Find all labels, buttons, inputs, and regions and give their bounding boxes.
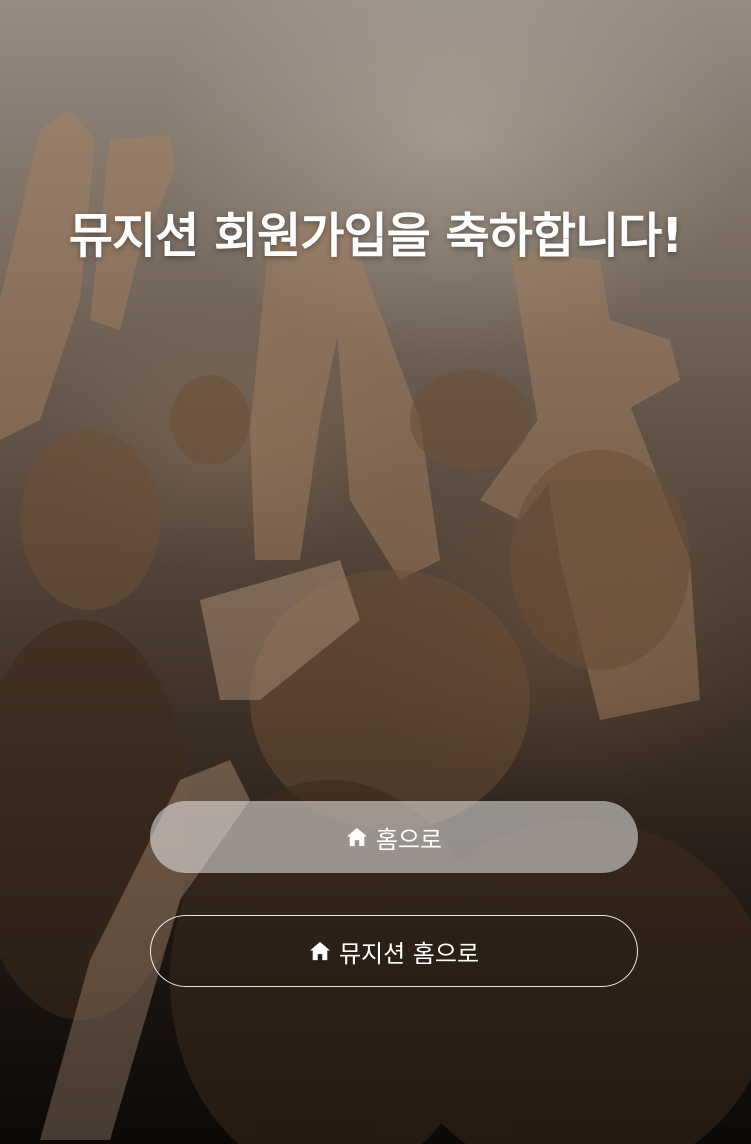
page-title: 뮤지션 회원가입을 축하합니다! — [68, 208, 683, 264]
home-icon — [309, 941, 331, 961]
musician-home-button-label: 뮤지션 홈으로 — [338, 939, 480, 968]
signup-success-screen: 뮤지션 회원가입을 축하합니다! 홈으로 뮤지션 홈으로 — [0, 0, 751, 1144]
musician-home-button[interactable]: 뮤지션 홈으로 — [150, 915, 638, 987]
home-button[interactable]: 홈으로 — [150, 801, 638, 873]
home-icon — [346, 827, 368, 847]
home-button-label: 홈으로 — [375, 825, 443, 854]
